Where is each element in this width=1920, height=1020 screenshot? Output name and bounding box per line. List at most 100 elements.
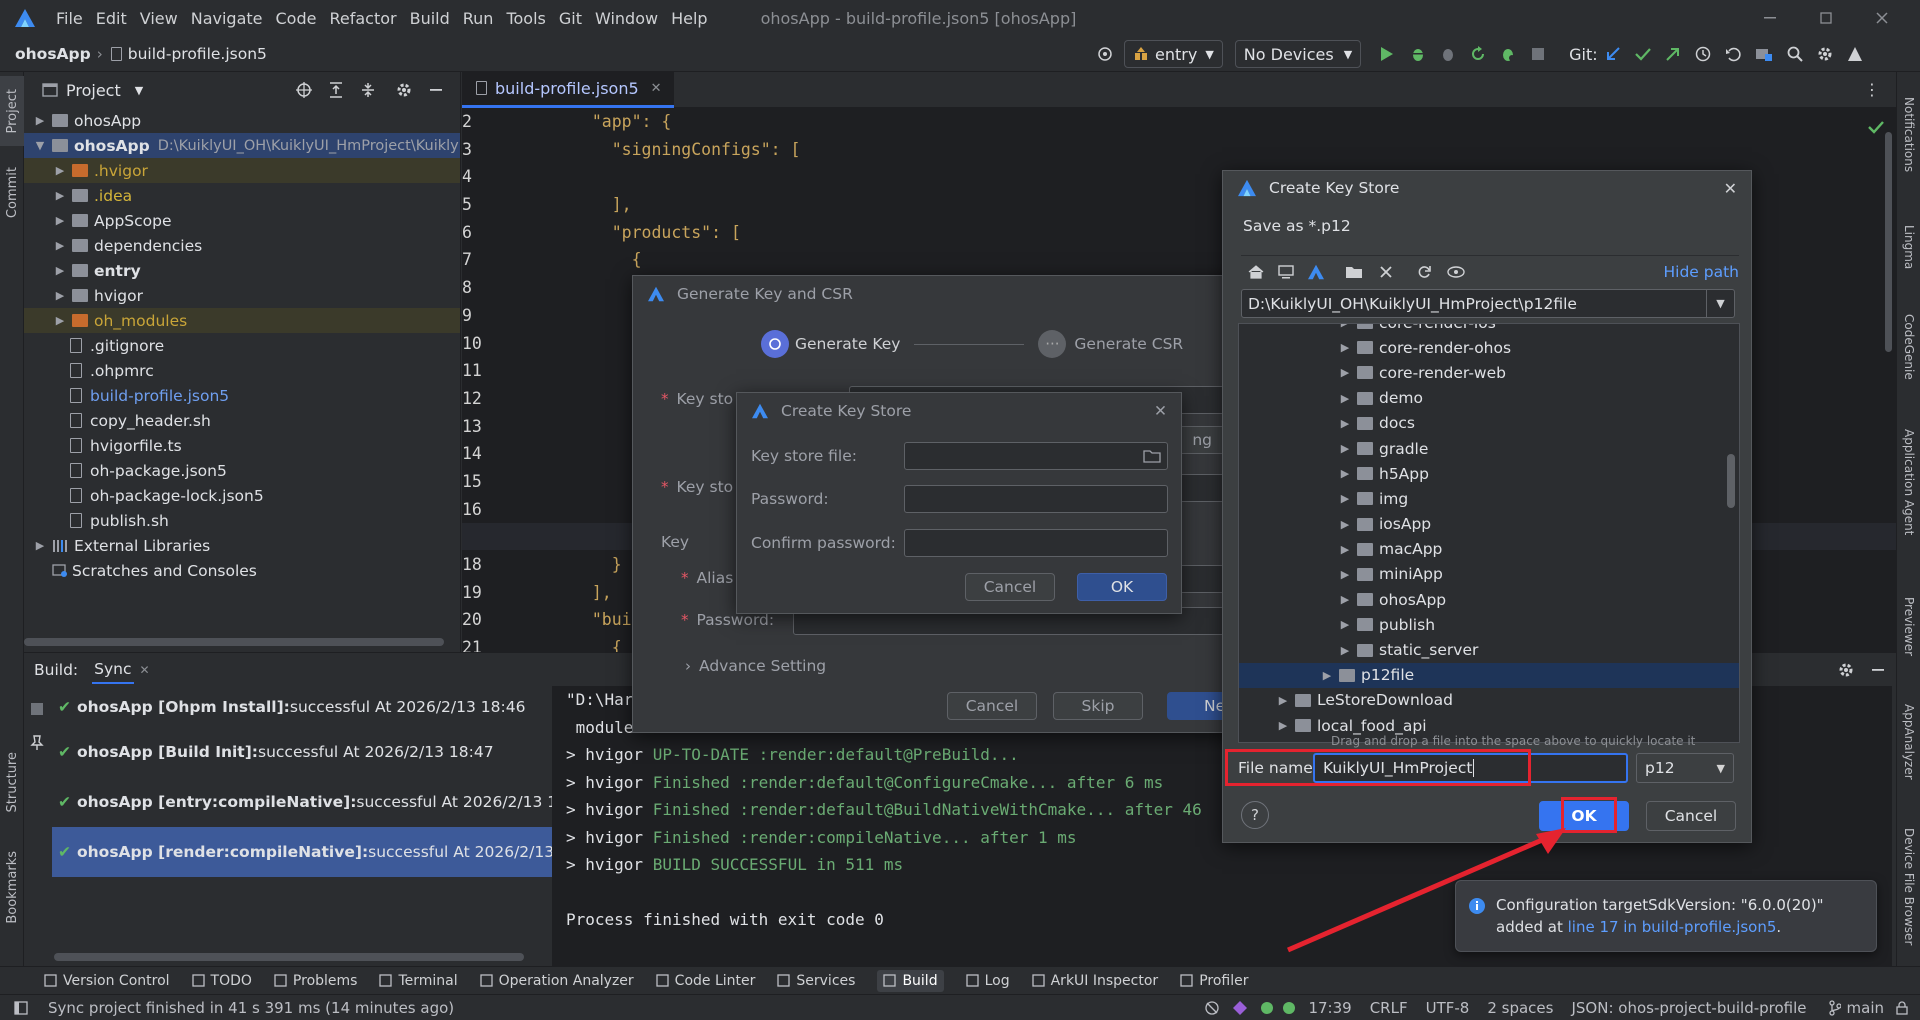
folder-tree-item[interactable]: ▶ publish (1239, 612, 1739, 637)
search-icon[interactable] (1780, 46, 1810, 62)
device-select[interactable]: No Devices ▼ (1234, 40, 1362, 68)
assistant-icon[interactable] (1840, 46, 1870, 62)
minimize-panel-icon[interactable] (424, 89, 448, 91)
chevron-right-icon[interactable]: ▶ (1275, 719, 1291, 732)
tree-item[interactable]: ▶ entry (24, 258, 460, 283)
keystore-file-input[interactable] (904, 442, 1168, 470)
chevron-right-icon[interactable]: ▶ (1337, 324, 1353, 329)
project-root-icon[interactable] (1301, 264, 1331, 280)
chevron-right-icon[interactable]: ▶ (1337, 442, 1353, 455)
tree-item[interactable]: Scratches and Consoles (24, 558, 460, 583)
menu-edit[interactable]: Edit (96, 9, 127, 28)
tool-window-build[interactable]: Build (877, 969, 944, 992)
password-input[interactable] (904, 485, 1168, 513)
chevron-right-icon[interactable]: ▶ (1337, 341, 1353, 354)
chevron-right-icon[interactable]: ▶ (52, 264, 68, 277)
folder-tree-item[interactable]: ▶ h5App (1239, 461, 1739, 486)
tool-window-operation-analyzer[interactable]: Operation Analyzer (479, 973, 634, 989)
tree-item[interactable]: copy_header.sh (24, 408, 460, 433)
restore-icon[interactable] (1798, 12, 1854, 24)
build-result-item[interactable]: ✔ ohosApp [Build Init]: successful At 202… (52, 727, 552, 777)
chevron-right-icon[interactable]: ▶ (52, 239, 68, 252)
menu-window[interactable]: Window (595, 9, 658, 28)
inspection-ok-icon[interactable] (1868, 120, 1884, 134)
rollback-icon[interactable] (1718, 46, 1748, 62)
status-dot-green-icon[interactable] (1282, 1001, 1296, 1015)
desktop-icon[interactable] (1271, 264, 1301, 279)
editor-vscrollbar[interactable] (1885, 132, 1892, 352)
pin-icon[interactable] (30, 735, 44, 751)
stop-build-icon[interactable] (31, 703, 43, 715)
chevron-right-icon[interactable]: ▶ (32, 114, 48, 127)
caret-position[interactable]: 17:39 (1308, 999, 1351, 1017)
debug-icon[interactable] (1403, 46, 1433, 62)
git-update-icon[interactable] (1598, 47, 1628, 61)
chevron-right-icon[interactable]: ▶ (1337, 492, 1353, 505)
tool-tab-previewer[interactable]: Previewer (1897, 582, 1920, 672)
menu-git[interactable]: Git (559, 9, 582, 28)
folder-tree-item[interactable]: ▶ core-render-ios (1239, 324, 1739, 335)
sync-tab[interactable]: Sync (92, 656, 134, 684)
folder-tree-item[interactable]: ▶ ohosApp (1239, 587, 1739, 612)
tool-window-terminal[interactable]: Terminal (379, 973, 458, 989)
extension-select[interactable]: p12 ▼ (1636, 753, 1734, 783)
menu-navigate[interactable]: Navigate (191, 9, 263, 28)
tool-window-log[interactable]: Log (965, 973, 1010, 989)
breadcrumb-file[interactable]: build-profile.json5 (128, 45, 267, 63)
chevron-right-icon[interactable]: ▶ (52, 164, 68, 177)
close-window-icon[interactable] (1854, 12, 1910, 24)
lock-icon[interactable] (1896, 1000, 1908, 1015)
git-push-icon[interactable] (1658, 47, 1688, 61)
tree-vscrollbar[interactable] (1727, 454, 1735, 508)
advance-setting-toggle[interactable]: › Advance Setting (685, 657, 826, 675)
new-folder-icon[interactable] (1337, 265, 1371, 279)
chevron-right-icon[interactable]: ▶ (32, 539, 48, 552)
json-schema[interactable]: JSON: ohos-project-build-profile (1571, 999, 1806, 1017)
tool-window-arkui-inspector[interactable]: ArkUI Inspector (1031, 973, 1158, 989)
chevron-right-icon[interactable]: ▶ (1275, 694, 1291, 707)
tree-item[interactable]: hvigorfile.ts (24, 433, 460, 458)
build-list-hscrollbar[interactable] (54, 953, 524, 961)
chevron-right-icon[interactable]: ▶ (1337, 392, 1353, 405)
chevron-right-icon[interactable]: ▶ (1337, 518, 1353, 531)
git-commit-icon[interactable] (1628, 47, 1658, 61)
tool-window-services[interactable]: Services (777, 973, 855, 989)
close-tab-icon[interactable]: ✕ (651, 81, 662, 96)
folder-tree-item[interactable]: ▶ LeStoreDownload (1239, 688, 1739, 713)
folder-tree-item[interactable]: ▶ static_server (1239, 637, 1739, 662)
more-options-icon[interactable]: ⋮ (1864, 80, 1880, 99)
tree-item[interactable]: ▶ .hvigor (24, 158, 460, 183)
history-icon[interactable] (1688, 46, 1718, 62)
close-icon[interactable]: ✕ (1154, 402, 1167, 420)
tool-tab-project[interactable]: Project (0, 76, 24, 146)
line-separator[interactable]: CRLF (1370, 999, 1408, 1017)
hide-path-link[interactable]: Hide path (1663, 263, 1739, 281)
build-result-item[interactable]: ✔ ohosApp [render:compileNative]: success… (52, 827, 552, 877)
tree-item[interactable]: .gitignore (24, 333, 460, 358)
tree-item[interactable]: ▶ ohosApp (24, 108, 460, 133)
project-hscrollbar[interactable] (24, 638, 444, 646)
tree-item[interactable]: ▶ AppScope (24, 208, 460, 233)
target-icon[interactable] (1090, 46, 1120, 62)
chevron-right-icon[interactable]: ▶ (52, 289, 68, 302)
path-combo[interactable]: D:\KuiklyUI_OH\KuiklyUI_HmProject\p12fil… (1241, 289, 1735, 318)
tool-tab-structure[interactable]: Structure (0, 742, 24, 822)
ok-button[interactable]: OK (1077, 573, 1167, 601)
folder-tree-item[interactable]: ▶ img (1239, 486, 1739, 511)
tool-window-todo[interactable]: TODO (191, 973, 252, 989)
tool-tab-appanalyzer[interactable]: AppAnalyzer (1897, 692, 1920, 792)
help-icon[interactable]: ? (1241, 801, 1269, 829)
notification-popup[interactable]: Configuration targetSdkVersion: "6.0.0(2… (1455, 880, 1877, 952)
chevron-down-icon[interactable]: ▼ (32, 139, 48, 152)
tree-item[interactable]: .ohpmrc (24, 358, 460, 383)
menu-file[interactable]: File (56, 9, 83, 28)
profile-icon[interactable] (1493, 46, 1523, 62)
folder-tree-item[interactable]: ▶ p12file (1239, 662, 1739, 688)
tool-window-code-linter[interactable]: Code Linter (656, 973, 755, 989)
chevron-right-icon[interactable]: ▶ (52, 189, 68, 202)
folder-browse-icon[interactable] (1143, 449, 1161, 463)
tree-item[interactable]: publish.sh (24, 508, 460, 533)
close-tab-icon[interactable]: ✕ (140, 663, 150, 677)
delete-icon[interactable] (1371, 265, 1401, 278)
chevron-right-icon[interactable]: ▶ (1319, 669, 1335, 682)
